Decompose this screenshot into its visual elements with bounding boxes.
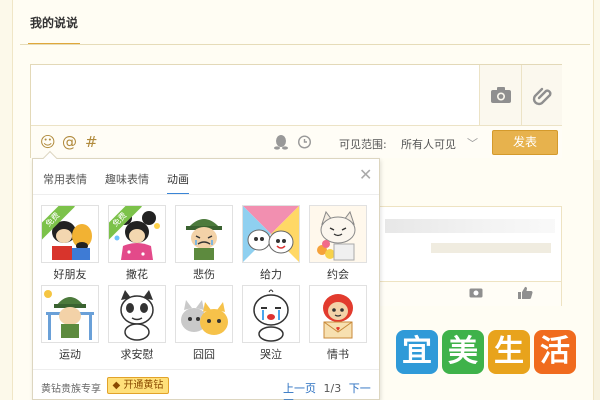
open-yellow-diamond-label: 开通黄钻 [123,380,164,391]
emoticon-item[interactable]: 免费 撒花 [108,205,166,282]
post-composer: ☺ @ # 可见范围: 所有人可见 ﹀ 发表 [30,64,562,158]
popup-footer: 黄钻贵族专享 ◆ 开通黄钻 上一页 1/3 下一页 [33,369,379,400]
emoticon-item[interactable]: 求安慰 [108,285,166,362]
emoticon-thumbnail [242,205,300,263]
emoticon-thumbnail: 免费 [41,205,99,263]
emoticon-item[interactable]: 囧囧 [175,285,233,362]
camera-icon[interactable] [469,286,483,302]
emoticon-thumbnail [175,285,233,343]
feed-blurred-text [385,219,555,233]
attachment-icon [532,87,552,106]
watermark-char: 宜 [396,330,438,374]
visibility-select[interactable]: 所有人可见 [401,136,456,152]
thumbs-up-icon[interactable] [517,286,533,304]
vip-exclusive-text: 黄钻贵族专享 [41,384,101,395]
site-watermark-logo: 宜 美 生 活 [396,330,580,374]
close-icon[interactable]: ✕ [359,165,372,184]
emoticon-label: 给力 [260,268,282,281]
prev-page-link[interactable]: 上一页 [283,382,316,395]
pagination: 上一页 1/3 下一页 [283,380,379,400]
emoticon-thumbnail [309,285,367,343]
sidebar-edge [594,160,600,400]
open-yellow-diamond-button[interactable]: ◆ 开通黄钻 [107,377,169,394]
smile-icon[interactable]: ☺ [40,134,56,150]
watermark-char: 生 [488,330,530,374]
emoticon-item[interactable]: 悲伤 [175,205,233,282]
composer-toolbar: ☺ @ # 可见范围: 所有人可见 ﹀ 发表 [31,125,562,158]
camera-button[interactable] [480,65,521,125]
hashtag-icon[interactable]: # [85,134,98,150]
emoticon-label: 撒花 [126,268,148,281]
post-text-area[interactable] [31,65,479,125]
emoticon-label: 哭泣 [260,348,282,361]
emoticon-item[interactable]: 约会 [309,205,367,282]
emoticon-thumbnail: 免费 [108,205,166,263]
emoticon-item[interactable]: 情书 [309,285,367,362]
at-icon[interactable]: @ [62,134,77,150]
emoticon-label: 约会 [327,268,349,281]
qq-icon[interactable] [274,134,288,153]
diamond-icon: ◆ [112,380,121,391]
emoticon-label: 运动 [59,348,81,361]
visibility-label: 可见范围: [339,138,387,151]
attachment-button[interactable] [521,65,562,125]
page-indicator: 1/3 [323,382,342,395]
emoticon-thumbnail [41,285,99,343]
emoticon-thumbnail [309,205,367,263]
camera-icon [490,87,511,103]
emoticon-item[interactable]: 给力 [242,205,300,282]
popup-divider [33,194,379,195]
emoticon-label: 悲伤 [193,268,215,281]
emoticon-item[interactable]: 哭泣 [242,285,300,362]
emoticon-item[interactable]: 免费 好朋友 [41,205,99,282]
emoticon-thumbnail [108,285,166,343]
emoticon-thumbnail [242,285,300,343]
watermark-char: 美 [442,330,484,374]
timer-icon[interactable] [297,134,312,152]
tab-common-emoticons[interactable]: 常用表情 [43,171,87,195]
feed-blurred-text [431,243,551,253]
emoticon-label: 情书 [327,348,349,361]
watermark-char: 活 [534,330,576,374]
header-divider [20,44,590,45]
tab-fun-emoticons[interactable]: 趣味表情 [105,171,149,195]
emoticon-item[interactable]: 运动 [41,285,99,362]
chevron-down-icon[interactable]: ﹀ [467,135,478,151]
emoticon-thumbnail [175,205,233,263]
emoticon-label: 求安慰 [120,348,154,361]
emoticon-label: 囧囧 [193,348,215,361]
feed-item [370,206,562,306]
tab-my-moods[interactable]: 我的说说 [30,14,78,31]
tab-animated[interactable]: 动画 [167,171,189,195]
composer-side-actions [479,65,562,125]
publish-button[interactable]: 发表 [492,130,558,155]
emoticon-popup: 常用表情 趣味表情 动画 ✕ 免费 好朋友 免费 撒花 悲伤 给力 约会 运动 … [32,150,380,400]
emoticon-label: 好朋友 [53,268,87,281]
feed-item-toolbar [371,281,561,306]
emoticon-tabs: 常用表情 趣味表情 动画 [43,171,207,195]
